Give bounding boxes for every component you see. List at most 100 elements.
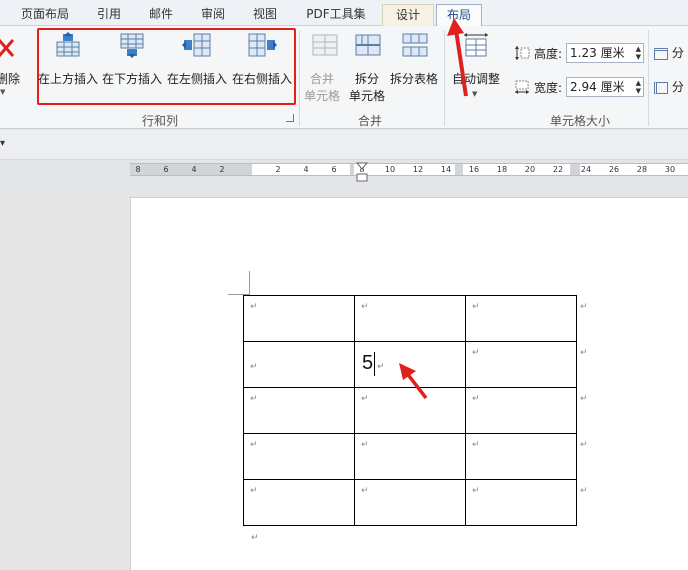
paragraph-mark: ↵ [472,440,480,450]
distribute-rows-button[interactable]: 分 [654,44,688,61]
cell-height-input[interactable]: 1.23 厘米 ▲ ▼ [566,43,645,63]
tab-page-layout[interactable]: 页面布局 [14,4,76,26]
split-cells-label-line2: 单元格 [349,89,386,103]
distribute-columns-button[interactable]: 分 [654,78,688,95]
ruler-tick-label: 6 [163,165,169,174]
delete-icon [0,39,15,57]
distribute-rows-icon [654,47,668,60]
cell-size-group-label: 单元格大小 [549,114,610,128]
table-row: ↵ ↵ ↵ [243,295,577,342]
table-cell[interactable]: ↵ [465,341,577,388]
table-cell[interactable]: ↵ [465,295,577,342]
delete-button[interactable]: 删除 ▼ [0,32,20,96]
ruler-tick-label: 26 [608,165,620,174]
table-row: ↵ ↵ ↵ [243,479,577,526]
table-cell[interactable]: ↵ [243,433,355,480]
margin-corner-mark [249,271,250,295]
split-table-label: 拆分表格 [390,72,439,86]
paragraph-mark: ↵ [472,348,480,358]
paragraph-mark: ↵ [361,486,369,496]
distribute-columns-icon [654,81,668,94]
cell-width-value: 2.94 厘米 [570,80,625,94]
tab-pdf-tools[interactable]: PDF工具集 [296,4,376,26]
ruler-tick-label: 6 [331,165,337,174]
table-cell[interactable]: ↵ [354,479,466,526]
ruler-tick-label: 12 [412,165,424,174]
tab-review[interactable]: 审阅 [190,4,236,26]
ruler-tick-label: 14 [440,165,452,174]
merge-group-label: 合并 [357,114,382,128]
ruler-tick-label: 18 [496,165,508,174]
chevron-down-icon: ▼ [0,88,6,96]
cell-text: 5 [362,352,374,374]
paragraph-mark: ↵ [361,440,369,450]
horizontal-ruler[interactable]: 864224681012141618202224262830 [130,163,688,176]
split-table-button[interactable]: 拆分表格 [390,32,440,86]
merge-cells-label-line2: 单元格 [304,89,341,103]
table-cell[interactable]: ↵ [354,433,466,480]
ruler-tick-label: 30 [664,165,676,174]
ruler-tick-label: 8 [135,165,141,174]
ruler-tick-label: 24 [580,165,592,174]
row-end-mark: ↵ [580,486,588,496]
tab-references[interactable]: 引用 [86,4,132,26]
paragraph-mark: ↵ [361,394,369,404]
paragraph-mark: ↵ [250,394,258,404]
ruler-tick-label: 28 [636,165,648,174]
paragraph-mark: ↵ [377,362,385,372]
quick-access-caret-icon[interactable]: ▾ [0,138,5,149]
table-cell[interactable]: ↵ [243,295,355,342]
split-table-icon [402,33,428,57]
table-cell[interactable]: ↵ [354,295,466,342]
tab-design[interactable]: 设计 [382,4,434,26]
ruler-column-marker[interactable] [350,164,354,175]
ruler-tick-label: 4 [191,165,197,174]
document-table[interactable]: ↵ ↵ ↵ ↵ 5 ↵ ↵ ↵ ↵ ↵ ↵ ↵ ↵ ↵ ↵ ↵ [243,295,577,526]
width-label: 宽度: [534,80,563,95]
ribbon-tab-bar: 页面布局 引用 邮件 审阅 视图 PDF工具集 设计 布局 [0,0,688,27]
tab-view[interactable]: 视图 [242,4,288,26]
ruler-tick-label: 10 [384,165,396,174]
paragraph-mark: ↵ [250,440,258,450]
rows-columns-group-label: 行和列 [141,114,178,128]
cell-height-row: 高度: 1.23 厘米 ▲ ▼ [514,42,645,64]
split-cells-icon [355,34,381,56]
text-cursor [374,352,375,376]
table-cell[interactable]: ↵ [465,479,577,526]
ruler-tick-label: 22 [552,165,564,174]
ruler-tick-label: 20 [524,165,536,174]
spin-arrows-icon[interactable]: ▲ ▼ [636,79,641,95]
merge-cells-button[interactable]: 合并 单元格 [304,32,346,103]
merge-cells-label-line1: 合并 [310,72,335,86]
indent-marker-icon[interactable] [356,162,368,182]
ruler-tick-label: 16 [468,165,480,174]
tab-mailings[interactable]: 邮件 [138,4,184,26]
group-separator [299,30,300,126]
row-end-mark: ↵ [580,302,588,312]
ruler-tick-label: 2 [275,165,281,174]
dialog-launcher-icon[interactable] [286,114,294,122]
table-cell[interactable]: ↵ [243,341,355,388]
paragraph-mark: ↵ [250,362,258,372]
split-cells-button[interactable]: 拆分 单元格 [347,32,389,103]
row-end-mark: ↵ [580,394,588,404]
delete-label: 删除 [0,72,21,86]
cell-width-input[interactable]: 2.94 厘米 ▲ ▼ [566,77,645,97]
distribute-columns-label: 分 [671,80,684,94]
table-cell[interactable]: ↵ [243,479,355,526]
paragraph-mark: ↵ [361,302,369,312]
ruler-tick-label: 2 [219,165,225,174]
table-cell[interactable]: ↵ [465,387,577,434]
ruler-tick-label: 4 [303,165,309,174]
ruler-column-marker[interactable] [455,164,463,175]
spin-arrows-icon[interactable]: ▲ ▼ [636,45,641,61]
ruler-column-marker[interactable] [570,164,580,175]
annotation-arrow-tab [447,18,468,97]
split-cells-label-line1: 拆分 [355,72,380,86]
paragraph-mark: ↵ [251,533,259,543]
column-width-icon [515,80,529,94]
table-cell[interactable]: ↵ [243,387,355,434]
row-height-icon [515,46,530,60]
table-cell[interactable]: ↵ [465,433,577,480]
distribute-rows-label: 分 [671,46,684,60]
